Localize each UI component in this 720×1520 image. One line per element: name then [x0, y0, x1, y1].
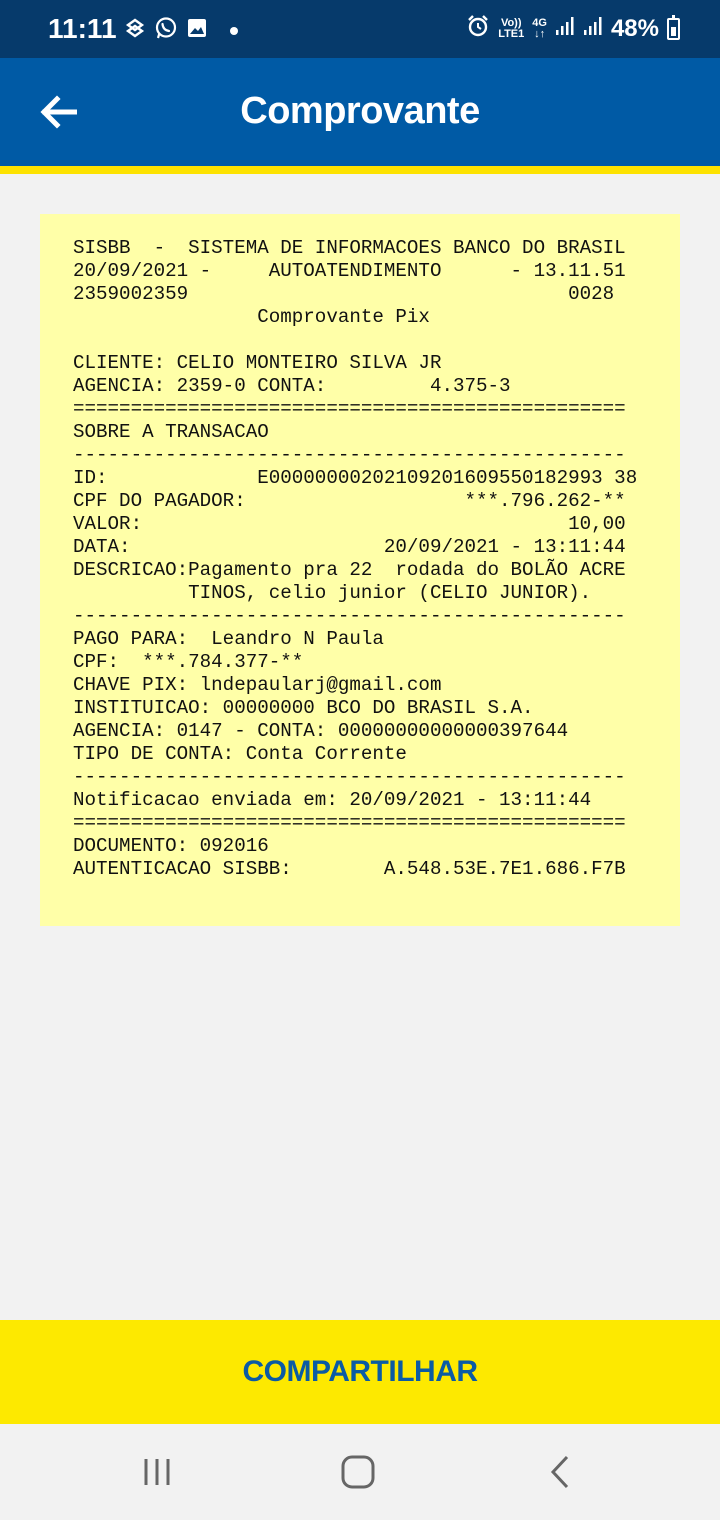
recent-apps-icon: [144, 1459, 170, 1485]
receipt-line: CLIENTE: CELIO MONTEIRO SILVA JR: [73, 352, 442, 374]
lte-label: LTE1: [498, 27, 525, 40]
receipt-line: CPF: ***.784.377-**: [73, 651, 304, 673]
volte-label: Vo)): [500, 16, 522, 29]
alarm-icon: [466, 14, 490, 43]
home-icon: [341, 1455, 375, 1489]
receipt-line: [73, 329, 637, 352]
receipt-line: CPF DO PAGADOR: ***.796.262-**: [73, 490, 626, 512]
more-notifications-dot: [230, 26, 238, 35]
receipt-line: TIPO DE CONTA: Conta Corrente: [73, 743, 407, 765]
status-bar: 11:11 Vo)) LTE1 4G ↓↑ 48%: [0, 0, 720, 58]
signal-icon-2: [583, 16, 603, 41]
nav-back-button[interactable]: [536, 1452, 584, 1492]
share-button-label: COMPARTILHAR: [242, 1355, 478, 1388]
receipt-line: PAGO PARA: Leandro N Paula: [73, 628, 384, 650]
system-nav-bar: [0, 1424, 720, 1520]
receipt-line: ID: E00000000202109201609550182993 38: [73, 467, 638, 489]
receipt-line: ========================================…: [73, 398, 626, 420]
app-bar: Comprovante: [0, 58, 720, 166]
receipt-line: Notificacao enviada em: 20/09/2021 - 13:…: [73, 789, 592, 811]
receipt-line: DESCRICAO:Pagamento pra 22 rodada do BOL…: [73, 559, 626, 581]
receipt-line: ----------------------------------------…: [73, 766, 626, 788]
receipt-line: DATA: 20/09/2021 - 13:11:44: [73, 536, 626, 558]
battery-percent: 48%: [610, 14, 659, 42]
whatsapp-icon: [154, 16, 178, 45]
battery-icon: [667, 14, 680, 40]
gallery-icon: [186, 17, 208, 44]
bb-app-icon: [124, 17, 146, 44]
recent-apps-button[interactable]: [133, 1452, 181, 1492]
signal-icon: [555, 16, 575, 41]
receipt-line: VALOR: 10,00: [73, 513, 626, 535]
receipt-line: DOCUMENTO: 092016: [73, 835, 269, 857]
volte-indicator: Vo)) LTE1: [498, 16, 525, 40]
receipt-line: ========================================…: [73, 812, 626, 834]
accent-divider: [0, 166, 720, 174]
receipt-line: ----------------------------------------…: [73, 444, 626, 466]
pix-receipt: SISBB - SISTEMA DE INFORMACOES BANCO DO …: [40, 214, 680, 926]
notification-icons: [124, 16, 238, 45]
receipt-line: CHAVE PIX: lndepaularj@gmail.com: [73, 674, 442, 696]
receipt-line: AGENCIA: 0147 - CONTA: 00000000000000397…: [73, 720, 569, 742]
receipt-line: AGENCIA: 2359-0 CONTA: 4.375-3: [73, 375, 511, 397]
network-indicator: 4G ↓↑: [532, 16, 547, 40]
receipt-line: 2359002359 0028: [73, 283, 615, 305]
home-button[interactable]: [334, 1452, 382, 1492]
receipt-line: SISBB - SISTEMA DE INFORMACOES BANCO DO …: [73, 237, 626, 259]
share-button[interactable]: COMPARTILHAR: [0, 1320, 720, 1424]
receipt-line: Comprovante Pix: [73, 306, 430, 328]
receipt-line: INSTITUICAO: 00000000 BCO DO BRASIL S.A.: [73, 697, 534, 719]
status-time: 11:11: [48, 13, 117, 44]
network-label: 4G: [532, 16, 547, 29]
receipt-line: AUTENTICACAO SISBB: A.548.53E.7E1.686.F7…: [73, 858, 626, 880]
receipt-line: ----------------------------------------…: [73, 605, 626, 627]
receipt-line: SOBRE A TRANSACAO: [73, 421, 269, 443]
receipt-line: 20/09/2021 - AUTOATENDIMENTO - 13.11.51: [73, 260, 626, 282]
receipt-text: SISBB - SISTEMA DE INFORMACOES BANCO DO …: [73, 237, 637, 881]
system-icons: Vo)) LTE1 4G ↓↑ 48%: [466, 14, 680, 43]
page-title: Comprovante: [240, 90, 480, 132]
receipt-line: TINOS, celio junior (CELIO JUNIOR).: [73, 582, 592, 604]
back-chevron-icon: [550, 1455, 569, 1489]
